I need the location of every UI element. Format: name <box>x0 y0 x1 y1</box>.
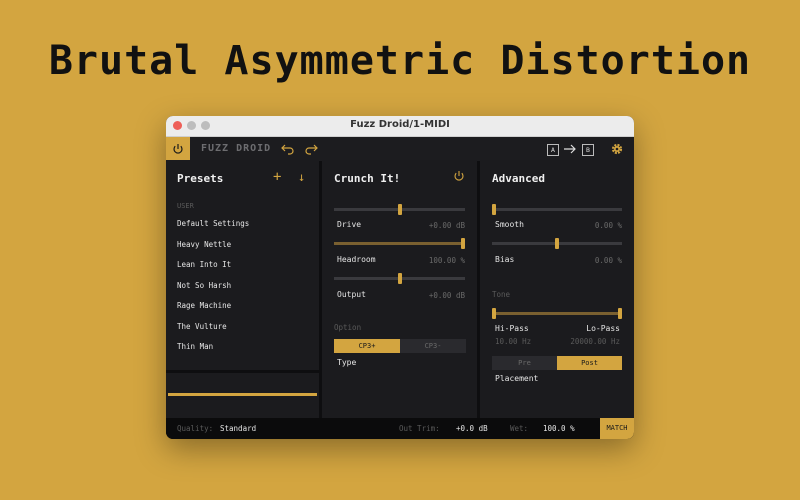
window-titlebar: Fuzz Droid/1-MIDI <box>166 116 634 137</box>
smooth-label: Smooth <box>495 220 524 229</box>
type-cp3-plus-button[interactable]: CP3+ <box>334 339 400 353</box>
tone-range-slider[interactable] <box>492 308 622 319</box>
lopass-label: Lo-Pass <box>586 324 620 333</box>
option-label: Option <box>334 323 362 332</box>
save-preset-down-arrow-icon[interactable]: ↓ <box>298 170 305 184</box>
quality-value[interactable]: Standard <box>220 424 256 433</box>
type-label: Type <box>337 358 357 367</box>
preset-item[interactable]: Not So Harsh <box>177 281 231 290</box>
headroom-label: Headroom <box>337 255 376 264</box>
output-slider-thumb[interactable] <box>398 273 402 284</box>
power-icon <box>173 144 183 154</box>
bias-slider-thumb[interactable] <box>555 238 559 249</box>
page-headline: Brutal Asymmetric Distortion <box>48 38 752 84</box>
undo-icon[interactable] <box>280 141 296 157</box>
settings-gear-icon[interactable] <box>609 141 625 157</box>
add-preset-plus-icon[interactable]: + <box>273 169 281 185</box>
wet-label: Wet: <box>510 424 529 433</box>
headroom-slider-fill <box>334 242 463 245</box>
advanced-title: Advanced <box>492 172 545 185</box>
preset-item[interactable]: Thin Man <box>177 342 213 351</box>
hipass-label: Hi-Pass <box>495 324 529 333</box>
window-title: Fuzz Droid/1-MIDI <box>350 119 450 130</box>
headroom-slider-thumb[interactable] <box>461 238 465 249</box>
preset-item[interactable]: Rage Machine <box>177 301 231 310</box>
smooth-slider-thumb[interactable] <box>492 204 496 215</box>
out-trim-label: Out Trim: <box>399 424 440 433</box>
drive-slider[interactable] <box>334 204 465 215</box>
level-meter-bar <box>168 393 317 396</box>
bias-slider[interactable] <box>492 238 622 249</box>
bias-label: Bias <box>495 255 515 264</box>
presets-section-user: USER <box>177 202 194 210</box>
output-label: Output <box>337 290 366 299</box>
drive-value: +0.00 dB <box>428 221 465 230</box>
output-slider[interactable] <box>334 273 465 284</box>
hipass-value: 10.00 Hz <box>495 337 532 346</box>
ab-a-button[interactable]: A <box>547 144 559 156</box>
redo-icon[interactable] <box>303 141 319 157</box>
hipass-thumb[interactable] <box>492 308 496 319</box>
placement-pre-button[interactable]: Pre <box>492 356 557 370</box>
bias-value: 0.00 % <box>594 256 622 265</box>
quality-label: Quality: <box>177 424 214 433</box>
placement-post-button[interactable]: Post <box>557 356 622 370</box>
presets-panel: Presets + ↓ USER Default Settings Heavy … <box>166 160 319 370</box>
drive-label: Drive <box>337 220 362 229</box>
headroom-value: 100.00 % <box>428 256 465 265</box>
ab-b-button[interactable]: B <box>582 144 594 156</box>
lopass-thumb[interactable] <box>618 308 622 319</box>
preset-item[interactable]: Lean Into It <box>177 260 231 269</box>
crunch-title: Crunch It! <box>334 172 401 185</box>
product-name: FUZZ DROID <box>201 143 272 154</box>
toolbar: FUZZ DROID A B <box>166 137 634 161</box>
presets-title: Presets <box>177 172 224 185</box>
match-button[interactable]: MATCH <box>600 418 634 439</box>
preset-item[interactable]: Heavy Nettle <box>177 240 231 249</box>
type-cp3-minus-button[interactable]: CP3- <box>400 339 466 353</box>
status-bar: Quality: Standard Out Trim: +0.0 dB Wet:… <box>166 418 634 439</box>
wet-value[interactable]: 100.0 % <box>543 424 575 433</box>
tone-range-fill <box>492 312 622 315</box>
copy-a-to-b-arrow-icon[interactable] <box>562 141 578 157</box>
out-trim-value[interactable]: +0.0 dB <box>456 424 488 433</box>
bypass-power-button[interactable] <box>166 137 190 161</box>
placement-label: Placement <box>495 374 539 383</box>
drive-slider-thumb[interactable] <box>398 204 402 215</box>
crunch-power-icon[interactable] <box>453 170 465 182</box>
meter-panel <box>166 373 319 418</box>
tone-label: Tone <box>492 290 511 299</box>
output-value: +0.00 dB <box>428 291 465 300</box>
smooth-value: 0.00 % <box>594 221 622 230</box>
smooth-slider[interactable] <box>492 204 622 215</box>
headroom-slider[interactable] <box>334 238 465 249</box>
plugin-window: Fuzz Droid/1-MIDI FUZZ DROID A B Presets <box>166 116 634 439</box>
preset-item[interactable]: Default Settings <box>177 219 249 228</box>
advanced-panel: Advanced Smooth 0.00 % Bias 0.00 % Tone … <box>480 160 634 418</box>
lopass-value: 20000.00 Hz <box>570 337 620 346</box>
crunch-panel: Crunch It! Drive +0.00 dB Headroom 100.0… <box>322 160 477 418</box>
preset-item[interactable]: The Vulture <box>177 322 227 331</box>
